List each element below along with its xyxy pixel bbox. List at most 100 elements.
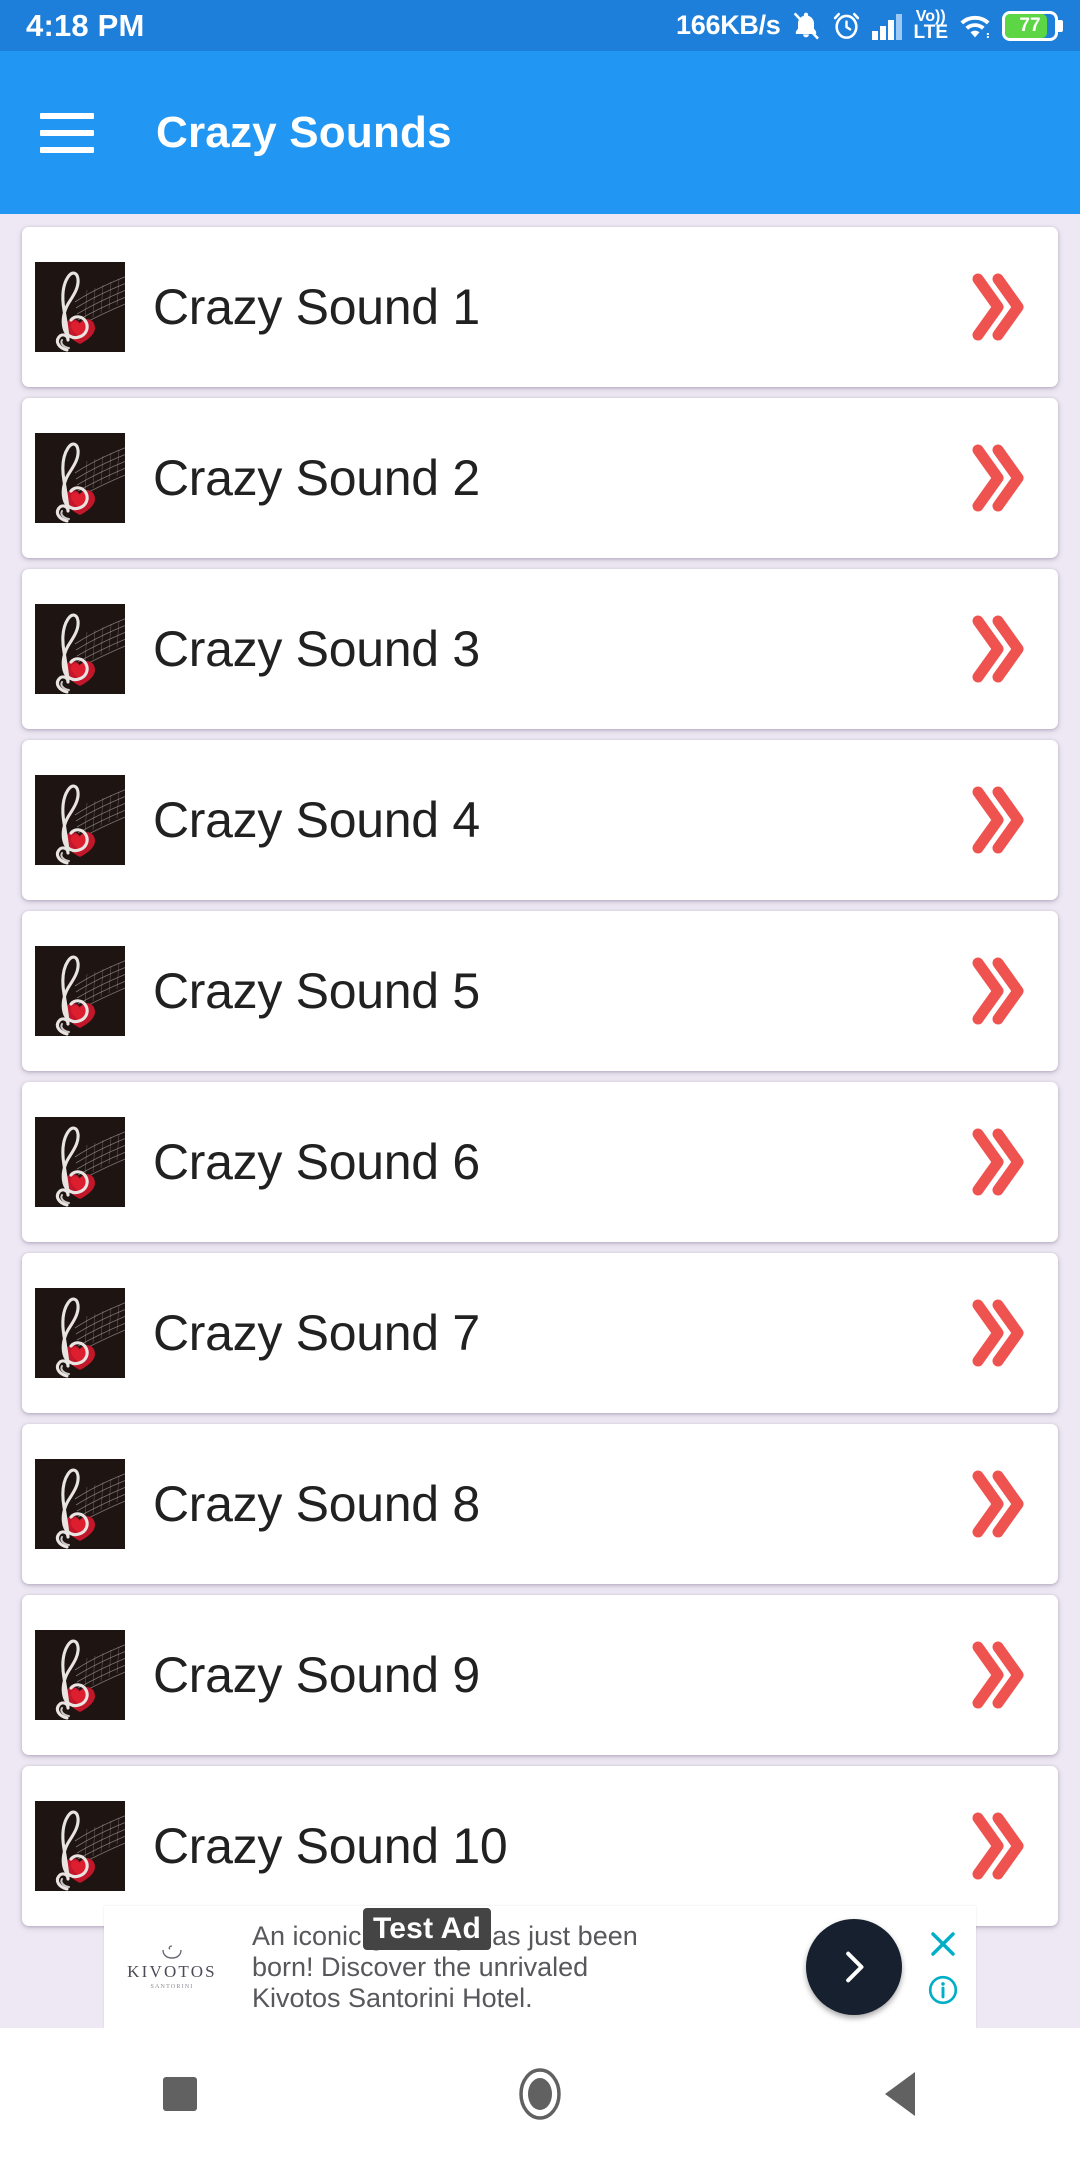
treble-clef-heart-thumbnail	[35, 1630, 125, 1720]
recents-button[interactable]	[105, 2028, 255, 2160]
ad-advertiser-subtitle: SANTORINI	[150, 1984, 194, 1990]
play-chevron-button[interactable]	[968, 1126, 1024, 1198]
ad-advertiser-name: KIVOTOS	[127, 1962, 217, 1981]
sound-thumbnail	[35, 604, 125, 694]
sound-item-label: Crazy Sound 10	[153, 1818, 508, 1874]
chevron-right-icon	[846, 1951, 864, 1983]
phone-screen: 4:18 PM 166KB/s Vo)) LTE 77 Crazy Sounds…	[0, 0, 1080, 2160]
double-chevron-right-icon	[972, 615, 1024, 683]
sound-list-item[interactable]: Crazy Sound 3	[22, 569, 1058, 729]
kivotos-boat-logo-icon	[162, 1945, 182, 1959]
sound-thumbnail	[35, 1288, 125, 1378]
hamburger-line	[40, 129, 94, 136]
ad-body-line-3: Kivotos Santorini Hotel.	[252, 1982, 533, 2013]
sound-item-label: Crazy Sound 6	[153, 1134, 480, 1190]
sound-list-item[interactable]: Crazy Sound 6	[22, 1082, 1058, 1242]
volte-icon: Vo)) LTE	[914, 8, 948, 42]
sound-item-label: Crazy Sound 9	[153, 1647, 480, 1703]
play-chevron-button[interactable]	[968, 1810, 1024, 1882]
recents-square-icon	[163, 2077, 197, 2111]
sound-item-label: Crazy Sound 8	[153, 1476, 480, 1532]
status-bar: 4:18 PM 166KB/s Vo)) LTE 77	[0, 0, 1080, 51]
ad-banner[interactable]: KIVOTOS SANTORINI An iconic getaway has …	[104, 1906, 976, 2028]
sound-list-item[interactable]: Crazy Sound 4	[22, 740, 1058, 900]
sound-thumbnail	[35, 946, 125, 1036]
sound-list-item[interactable]: Crazy Sound 1	[22, 227, 1058, 387]
play-chevron-button[interactable]	[968, 1468, 1024, 1540]
treble-clef-heart-thumbnail	[35, 1801, 125, 1891]
app-bar: Crazy Sounds	[0, 51, 1080, 214]
treble-clef-heart-thumbnail	[35, 1288, 125, 1378]
sound-item-label: Crazy Sound 4	[153, 792, 480, 848]
sound-thumbnail	[35, 1459, 125, 1549]
sound-item-label: Crazy Sound 1	[153, 279, 480, 335]
back-triangle-icon	[885, 2072, 915, 2116]
hamburger-line	[40, 146, 94, 153]
home-button[interactable]	[465, 2028, 615, 2160]
android-navigation-bar	[0, 2028, 1080, 2160]
treble-clef-heart-thumbnail	[35, 775, 125, 865]
play-chevron-button[interactable]	[968, 1639, 1024, 1711]
play-chevron-button[interactable]	[968, 442, 1024, 514]
treble-clef-heart-thumbnail	[35, 433, 125, 523]
double-chevron-right-icon	[972, 1299, 1024, 1367]
treble-clef-heart-thumbnail	[35, 262, 125, 352]
bell-mute-icon	[793, 11, 819, 40]
test-ad-badge: Test Ad	[363, 1907, 492, 1950]
double-chevron-right-icon	[972, 1470, 1024, 1538]
play-chevron-button[interactable]	[968, 271, 1024, 343]
sound-thumbnail	[35, 1801, 125, 1891]
home-circle-icon	[519, 2068, 561, 2120]
sound-item-label: Crazy Sound 3	[153, 621, 480, 677]
wifi-icon	[960, 15, 990, 38]
double-chevron-right-icon	[972, 273, 1024, 341]
ad-body-text: An iconic getaway has just been born! Di…	[240, 1907, 806, 2014]
alarm-icon	[833, 12, 859, 39]
sound-list-item[interactable]: Crazy Sound 9	[22, 1595, 1058, 1755]
sound-thumbnail	[35, 1117, 125, 1207]
sound-list-item[interactable]: Crazy Sound 7	[22, 1253, 1058, 1413]
close-x-icon[interactable]	[927, 1928, 959, 1960]
play-chevron-button[interactable]	[968, 613, 1024, 685]
ad-info-icon[interactable]	[927, 1974, 959, 2006]
double-chevron-right-icon	[972, 1641, 1024, 1709]
treble-clef-heart-thumbnail	[35, 604, 125, 694]
hamburger-menu-icon[interactable]	[40, 112, 94, 153]
treble-clef-heart-thumbnail	[35, 1117, 125, 1207]
sound-list[interactable]: Crazy Sound 1 Crazy Sound 2 Crazy Sound …	[0, 214, 1080, 1974]
sound-thumbnail	[35, 775, 125, 865]
sound-item-label: Crazy Sound 7	[153, 1305, 480, 1361]
page-title: Crazy Sounds	[156, 107, 452, 157]
double-chevron-right-icon	[972, 786, 1024, 854]
sound-list-item[interactable]: Crazy Sound 2	[22, 398, 1058, 558]
signal-bars-icon	[871, 13, 902, 40]
sound-list-item[interactable]: Crazy Sound 5	[22, 911, 1058, 1071]
battery-level-text: 77	[1019, 14, 1041, 36]
play-chevron-button[interactable]	[968, 784, 1024, 856]
battery-icon: 77	[1002, 10, 1063, 41]
ad-advertiser-logo: KIVOTOS SANTORINI	[104, 1944, 240, 1990]
ad-controls	[910, 1928, 976, 2006]
sound-thumbnail	[35, 433, 125, 523]
status-bar-icons: 166KB/s Vo)) LTE 77	[676, 8, 1063, 43]
ad-body-line-2: born! Discover the unrivaled	[252, 1951, 589, 1982]
status-bar-clock: 4:18 PM	[26, 7, 145, 43]
sound-thumbnail	[35, 262, 125, 352]
sound-item-label: Crazy Sound 2	[153, 450, 480, 506]
back-button[interactable]	[825, 2028, 975, 2160]
network-speed-indicator: 166KB/s	[676, 10, 781, 40]
double-chevron-right-icon	[972, 1812, 1024, 1880]
play-chevron-button[interactable]	[968, 1297, 1024, 1369]
hamburger-line	[40, 112, 94, 119]
double-chevron-right-icon	[972, 444, 1024, 512]
sound-thumbnail	[35, 1630, 125, 1720]
sound-list-item[interactable]: Crazy Sound 10	[22, 1766, 1058, 1926]
sound-item-label: Crazy Sound 5	[153, 963, 480, 1019]
sound-list-item[interactable]: Crazy Sound 8	[22, 1424, 1058, 1584]
treble-clef-heart-thumbnail	[35, 946, 125, 1036]
treble-clef-heart-thumbnail	[35, 1459, 125, 1549]
play-chevron-button[interactable]	[968, 955, 1024, 1027]
ad-cta-button[interactable]	[806, 1919, 902, 2015]
double-chevron-right-icon	[972, 1128, 1024, 1196]
double-chevron-right-icon	[972, 957, 1024, 1025]
